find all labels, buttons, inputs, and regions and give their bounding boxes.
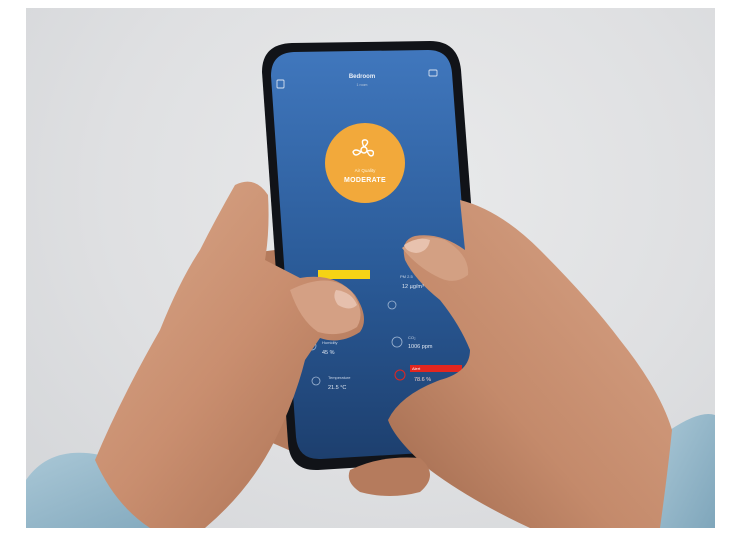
app-subtitle: 1 room	[356, 83, 368, 87]
hands-and-phone-illustration	[26, 41, 715, 528]
metric-label-temperature: Temperature	[328, 375, 351, 380]
metric-value-temperature: 21.5 °C	[328, 385, 347, 391]
metric-label-pm: PM 2.5	[400, 274, 413, 279]
metric-value-humidity: 45 %	[322, 350, 335, 356]
air-quality-status: MODERATE	[344, 177, 386, 184]
photo-scene: Bedroom 1 room Air Quality MODERATE Humi…	[0, 0, 735, 535]
metric-value-alert: 78.6 %	[414, 377, 432, 383]
metric-label-humidity: Humidity	[322, 340, 338, 345]
metric-label-alert: Alert	[412, 366, 421, 371]
app-title: Bedroom	[348, 74, 376, 80]
metric-label-co2: CO₂	[408, 335, 416, 340]
metric-value-pm: 12 µg/m³	[402, 284, 424, 290]
yellow-status-bar	[318, 270, 370, 279]
air-quality-label: Air Quality	[354, 168, 376, 173]
metric-value-co2: 1006 ppm	[408, 344, 433, 350]
air-quality-circle	[325, 123, 405, 203]
